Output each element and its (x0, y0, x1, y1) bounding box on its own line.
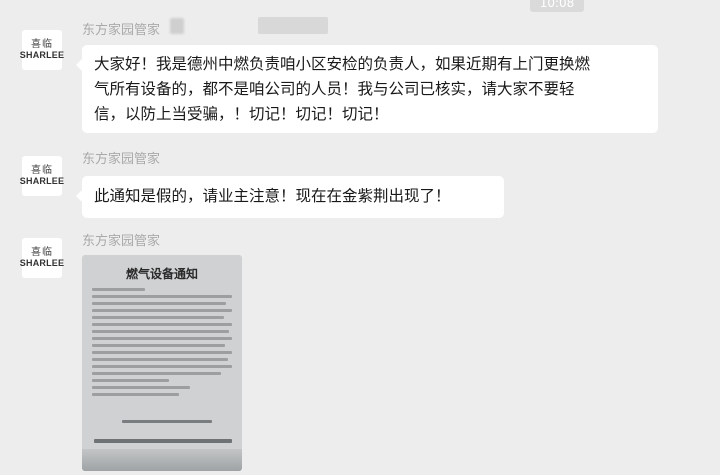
notice-title: 燃气设备通知 (125, 267, 198, 281)
sender-name: 东方家园管家 (82, 152, 161, 167)
avatar[interactable]: 喜临 SHARLEE (19, 238, 65, 278)
notice-photo[interactable]: 燃气设备通知 (82, 255, 242, 471)
avatar-logo-text: 喜临 (31, 39, 53, 50)
avatar[interactable]: 喜临 SHARLEE (19, 156, 65, 196)
message-text: 此通知是假的，请业主注意！现在在金紫荆出现了！ (94, 187, 451, 205)
message-timestamp: 10:08 (530, 0, 584, 12)
avatar[interactable]: 喜临 SHARLEE (19, 30, 65, 70)
avatar-logo-brand: SHARLEE (19, 176, 65, 186)
redacted-block (258, 17, 328, 34)
avatar-logo-text: 喜临 (31, 165, 53, 176)
avatar-logo-brand: SHARLEE (19, 50, 65, 60)
notice-footer (94, 439, 232, 443)
avatar-logo-text: 喜临 (31, 247, 53, 258)
message-bubble[interactable]: 大家好！我是德州中燃负责咱小区安检的负责人，如果近期有上门更换燃 气所有设备的，… (76, 45, 658, 133)
message-bubble[interactable]: 此通知是假的，请业主注意！现在在金紫荆出现了！ (76, 176, 504, 218)
message-line: 大家好！我是德州中燃负责咱小区安检的负责人，如果近期有上门更换燃 (94, 55, 591, 73)
sender-name: 东方家园管家 (82, 234, 161, 249)
message-line: 气所有设备的，都不是咱公司的人员！我与公司已核实，请大家不要轻 (94, 80, 575, 98)
notice-signature (122, 420, 212, 423)
sender-name: 东方家园管家 (82, 23, 161, 38)
redacted-block (170, 18, 184, 34)
notice-body-text (92, 288, 232, 396)
photo-edge-shadow (82, 449, 242, 471)
message-line: 信，以防上当受骗，！切记！切记！切记！ (94, 105, 389, 123)
avatar-logo-brand: SHARLEE (19, 258, 65, 268)
